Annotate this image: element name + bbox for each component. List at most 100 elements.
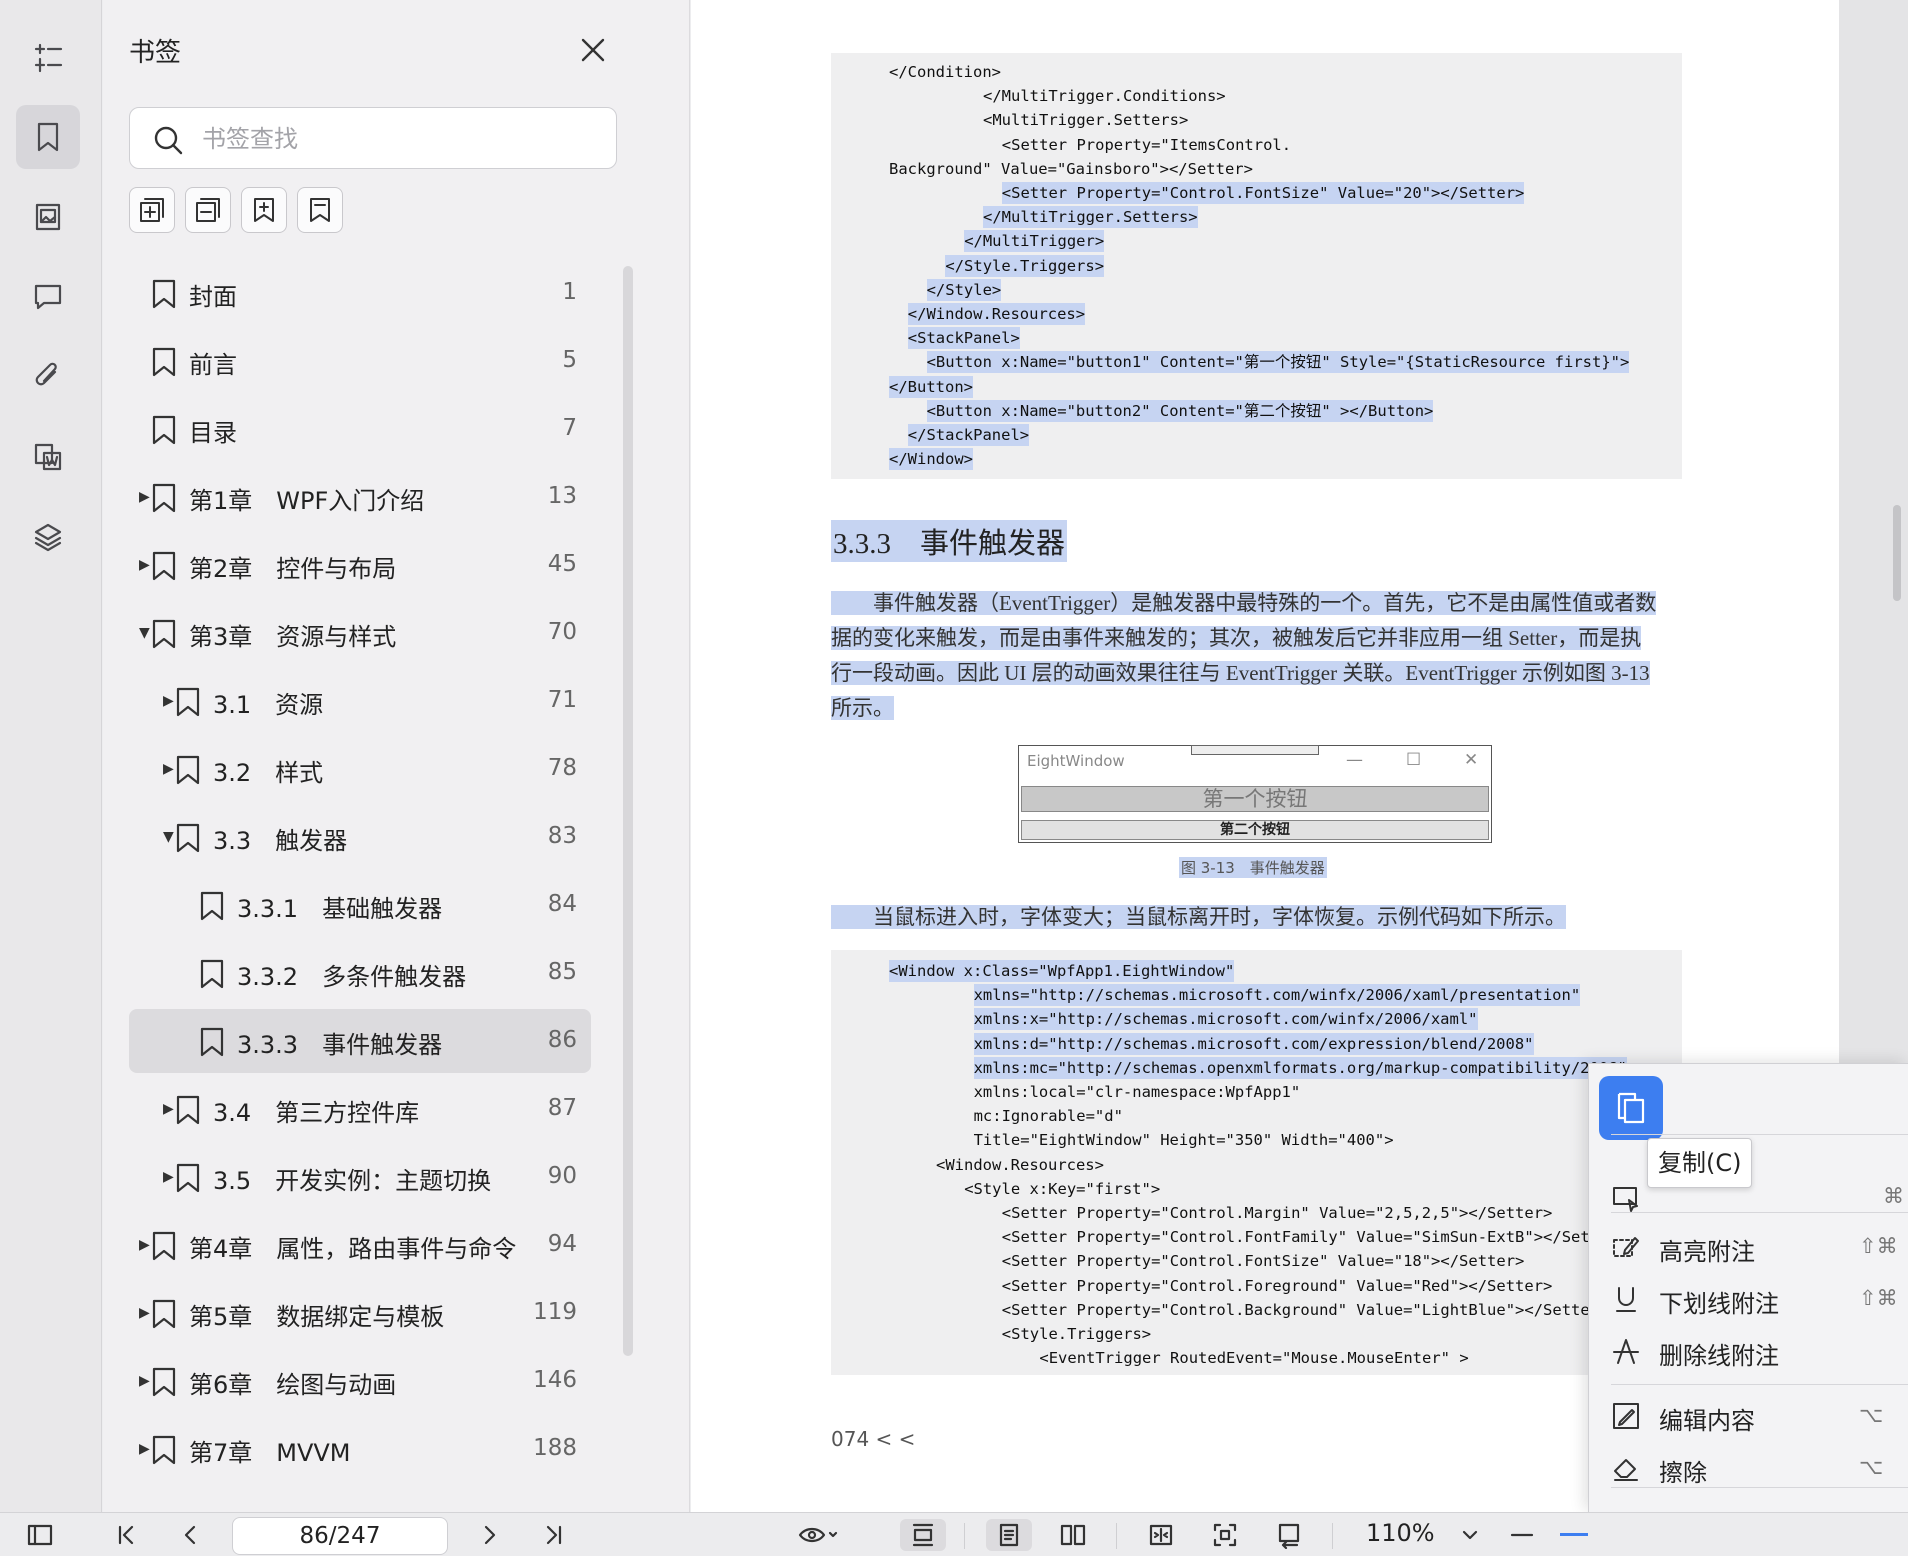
collapse-all-icon[interactable] — [185, 187, 231, 233]
last-page-icon[interactable] — [538, 1519, 570, 1551]
bookmark-icon — [175, 754, 201, 786]
comment-panel-icon[interactable] — [16, 265, 80, 329]
toolbar-divider — [1116, 1523, 1117, 1549]
menu-item-edit-content[interactable]: 编辑内容 ⌥ — [1589, 1389, 1908, 1441]
zoom-dropdown-icon[interactable] — [1456, 1519, 1484, 1551]
prev-page-icon[interactable] — [174, 1519, 206, 1551]
sidebar-toggle-icon[interactable] — [22, 1519, 58, 1551]
figure-button-2: 第二个按钮 — [1021, 820, 1489, 840]
bookmark-page: 86 — [547, 1027, 577, 1053]
bookmark-search-input[interactable] — [202, 120, 602, 158]
bookmark-label: 3.3.3 事件触发器 — [237, 1031, 443, 1059]
menu-separator — [1611, 1212, 1908, 1213]
first-page-icon[interactable] — [110, 1519, 142, 1551]
bookmark-item[interactable]: 前言 5 — [129, 329, 591, 393]
bookmark-icon — [151, 1298, 177, 1330]
outline-toggle-icon[interactable] — [16, 25, 80, 89]
paragraph-line: 事件触发器（EventTrigger）是触发器中最特殊的一个。首先，它不是由属性… — [831, 591, 1657, 615]
two-page-icon[interactable] — [1050, 1519, 1096, 1551]
zoom-slider[interactable] — [1560, 1533, 1588, 1536]
bookmark-icon — [151, 550, 177, 582]
fit-page-icon[interactable] — [1138, 1519, 1184, 1551]
bookmark-item[interactable]: 3.3.2 多条件触发器 85 — [129, 941, 591, 1005]
code-line: <StackPanel> — [907, 327, 1020, 350]
next-page-icon[interactable] — [474, 1519, 506, 1551]
zoom-out-icon[interactable] — [1506, 1519, 1538, 1551]
bookmark-page: 84 — [547, 891, 577, 917]
menu-shortcut: ⇧⌘ — [1859, 1286, 1898, 1310]
bookmark-label: 3.3 触发器 — [213, 827, 348, 855]
paragraph: 当鼠标进入时，字体变大；当鼠标离开时，字体恢复。示例代码如下所示。 — [831, 900, 1681, 935]
code-line: </Window.Resources> — [907, 303, 1086, 325]
bookmark-item[interactable]: 封面 1 — [129, 261, 591, 325]
code-line: </Style.Triggers> — [945, 254, 1105, 277]
code-line: Background" Value="Gainsboro"></Setter> — [889, 159, 1253, 178]
menu-item-highlight[interactable]: 高亮附注 ⇧⌘ — [1589, 1220, 1908, 1272]
attachment-panel-icon[interactable] — [16, 345, 80, 409]
highlight-icon — [1611, 1232, 1641, 1262]
bookmark-item[interactable]: 3.3.1 基础触发器 84 — [129, 873, 591, 937]
bookmark-item[interactable]: ▼ 3.3 触发器 83 — [129, 805, 591, 869]
code-line: xmlns:x="http://schemas.microsoft.com/wi… — [973, 1008, 1478, 1031]
bookmark-page: 45 — [547, 551, 577, 577]
sidebar-scrollbar[interactable] — [623, 266, 633, 1356]
bookmark-icon — [151, 482, 177, 514]
bookmark-outline-icon[interactable] — [297, 187, 343, 233]
layers-panel-icon[interactable] — [16, 505, 80, 569]
copy-icon[interactable] — [1599, 1076, 1663, 1140]
rotate-icon[interactable] — [1266, 1519, 1312, 1551]
bookmark-icon — [175, 686, 201, 718]
context-menu: ⌘ 复制(C) 高亮附注⇧⌘下划线附注⇧⌘删除线附注编辑内容⌥擦除⌥字数统计 — [1588, 1063, 1908, 1549]
zoom-level[interactable]: 110% — [1366, 1519, 1435, 1547]
add-bookmark-icon[interactable] — [241, 187, 287, 233]
bookmark-item[interactable]: 目录 7 — [129, 397, 591, 461]
bookmark-item[interactable]: ▶ 3.1 资源 71 — [129, 669, 591, 733]
bookmark-item[interactable]: 3.3.3 事件触发器 86 — [129, 1009, 591, 1073]
signature-panel-icon[interactable] — [16, 425, 80, 489]
menu-item-erase[interactable]: 擦除 ⌥ — [1589, 1441, 1908, 1493]
bookmark-item[interactable]: ▶ 3.4 第三方控件库 87 — [129, 1077, 591, 1141]
toolbar-divider — [964, 1523, 965, 1549]
bookmark-item[interactable]: ▶ 第4章 属性，路由事件与命令 94 — [129, 1213, 591, 1277]
bookmark-label: 前言 — [189, 351, 237, 379]
document-scrollbar[interactable] — [1893, 505, 1901, 601]
single-page-icon[interactable] — [986, 1519, 1032, 1551]
bookmark-label: 3.3.2 多条件触发器 — [237, 963, 467, 991]
bookmark-item[interactable]: ▶ 3.2 样式 78 — [129, 737, 591, 801]
bookmark-item[interactable]: ▶ 第5章 数据绑定与模板 119 — [129, 1281, 591, 1345]
code-block: </Condition> </MultiTrigger.Conditions> <M… — [831, 53, 1682, 479]
bookmark-item[interactable]: ▶ 第6章 绘图与动画 146 — [129, 1349, 591, 1413]
code-line: <Button x:Name="button2" Content="第二个按钮"… — [926, 399, 1434, 422]
bookmark-item[interactable]: ▼ 第3章 资源与样式 70 — [129, 601, 591, 665]
expand-all-icon[interactable] — [129, 187, 175, 233]
code-line: <Setter Property="Control.Background" Va… — [1001, 1300, 1609, 1319]
bookmark-item[interactable]: ▶ 第1章 WPF入门介绍 13 — [129, 465, 591, 529]
menu-item-underline[interactable]: 下划线附注 ⇧⌘ — [1589, 1272, 1908, 1324]
bookmark-page: 94 — [547, 1231, 577, 1257]
code-line: <Window.Resources> — [936, 1155, 1104, 1174]
bookmark-panel-icon[interactable] — [16, 105, 80, 169]
menu-item-strikethrough[interactable]: 删除线附注 — [1589, 1324, 1908, 1376]
bookmark-item[interactable]: ▶ 第2章 控件与布局 45 — [129, 533, 591, 597]
paragraph-line: 行一段动画。因此 UI 层的动画效果往往与 EventTrigger 关联。Ev… — [831, 661, 1650, 685]
paragraph-line: 据的变化来触发，而是由事件来触发的；其次，被触发后它并非应用一组 Setter，… — [831, 626, 1642, 650]
bookmark-search[interactable] — [129, 107, 617, 169]
view-mode-icon[interactable] — [790, 1519, 846, 1551]
bookmark-icon — [199, 1026, 225, 1058]
actual-size-icon[interactable] — [1202, 1519, 1248, 1551]
code-line: <Style x:Key="first"> — [964, 1179, 1161, 1198]
menu-shortcut: ⌥ — [1859, 1403, 1884, 1427]
fit-width-icon[interactable] — [900, 1519, 946, 1551]
bookmark-item[interactable]: ▶ 3.5 开发实例：主题切换 90 — [129, 1145, 591, 1209]
thumbnail-panel-icon[interactable] — [16, 185, 80, 249]
bookmark-page: 90 — [547, 1163, 577, 1189]
figure-caption: 图 3-13 事件触发器 — [1179, 857, 1327, 878]
figure-window-title: EightWindow — [1027, 752, 1125, 770]
page-number-input[interactable]: 86/247 — [232, 1517, 448, 1555]
code-line: mc:Ignorable="d" — [973, 1107, 1123, 1126]
annotate-icon — [1611, 1182, 1641, 1212]
close-icon[interactable] — [577, 34, 609, 66]
menu-separator — [1611, 1487, 1908, 1488]
bookmark-icon — [151, 1366, 177, 1398]
bookmark-item[interactable]: ▶ 第7章 MVVM 188 — [129, 1417, 591, 1481]
